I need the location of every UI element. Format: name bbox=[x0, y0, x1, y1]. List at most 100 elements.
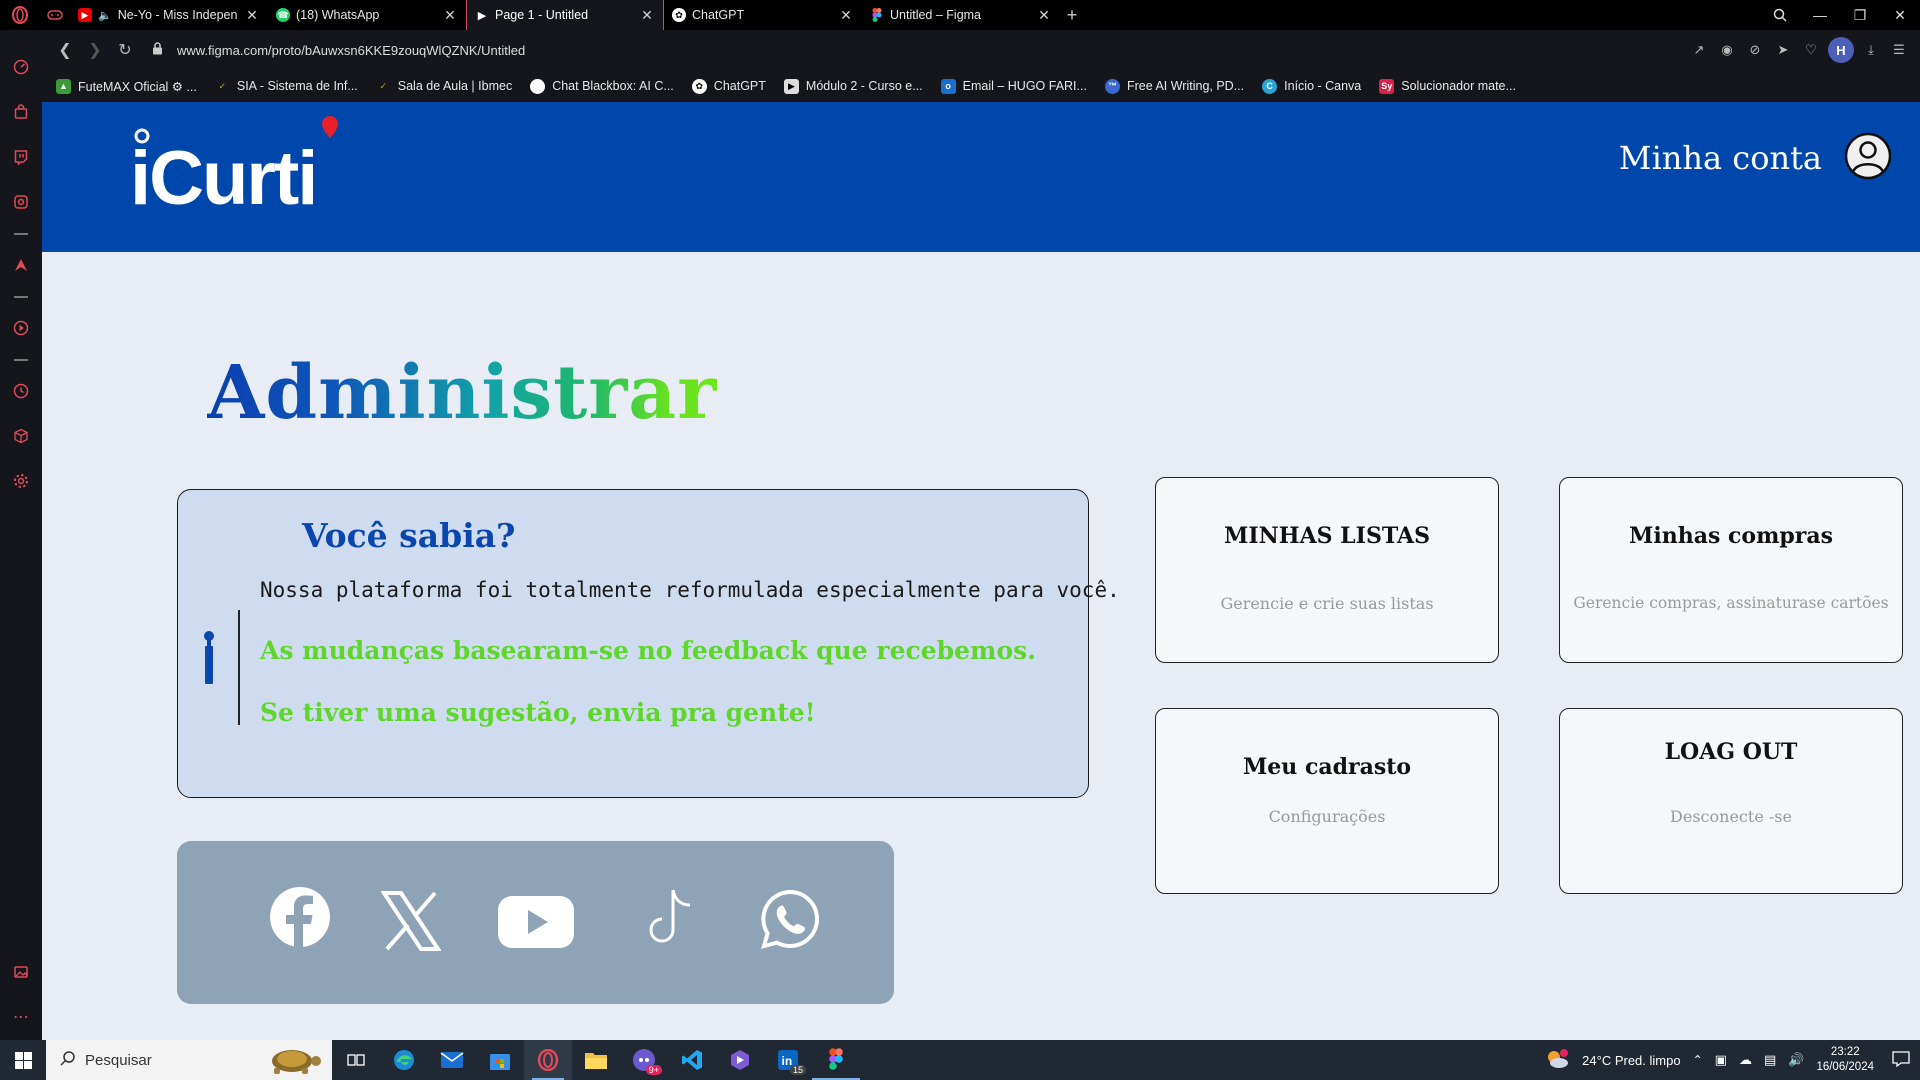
volume-icon[interactable]: 🔊 bbox=[1788, 1052, 1804, 1068]
linkedin-icon[interactable]: in 15 bbox=[764, 1040, 812, 1080]
close-icon[interactable]: ✕ bbox=[639, 7, 655, 24]
close-icon[interactable]: ✕ bbox=[1036, 7, 1052, 24]
download-icon[interactable]: ⤓ bbox=[1860, 39, 1882, 61]
profile-avatar[interactable]: H bbox=[1828, 37, 1854, 63]
bookmark-modulo-2[interactable]: ▶ Módulo 2 - Curso e... bbox=[783, 78, 923, 94]
edge-icon[interactable] bbox=[380, 1040, 428, 1080]
card-minhas-compras[interactable]: Minhas compras Gerencie compras, assinat… bbox=[1559, 477, 1903, 663]
vscode-icon[interactable] bbox=[668, 1040, 716, 1080]
sidebar-divider bbox=[14, 359, 28, 361]
forward-arrow-icon[interactable]: ❯ bbox=[80, 35, 110, 65]
clock[interactable]: 23:22 16/06/2024 bbox=[1816, 1045, 1874, 1075]
adblock-icon[interactable]: ⊘ bbox=[1744, 39, 1766, 61]
weather-cloud-icon[interactable] bbox=[1544, 1048, 1570, 1073]
close-icon[interactable]: ✕ bbox=[838, 7, 854, 24]
notification-icon[interactable] bbox=[1892, 1050, 1910, 1070]
opera-logo-icon[interactable] bbox=[0, 0, 40, 30]
aria-icon[interactable] bbox=[6, 250, 36, 280]
camera-icon[interactable]: ◉ bbox=[1716, 39, 1738, 61]
x-icon[interactable] bbox=[381, 891, 441, 951]
canva-icon: C bbox=[1262, 78, 1278, 94]
figma-taskbar-icon[interactable] bbox=[812, 1040, 860, 1080]
account-menu[interactable]: Minha conta bbox=[1619, 132, 1892, 183]
youtube-icon: ▶ bbox=[78, 8, 92, 22]
address-bar: ❮ ❯ ↻ www.figma.com/proto/bAuwxsn6KKE9zo… bbox=[42, 30, 1920, 70]
wallpaper-icon[interactable] bbox=[6, 957, 36, 987]
bookmark-solucionador[interactable]: Sy Solucionador mate... bbox=[1379, 78, 1516, 94]
file-explorer-icon[interactable] bbox=[572, 1040, 620, 1080]
bookmark-chatgpt[interactable]: ✿ ChatGPT bbox=[691, 78, 766, 94]
discord-badge: 9+ bbox=[645, 1065, 662, 1075]
back-arrow-icon[interactable]: ❮ bbox=[50, 35, 80, 65]
bookmark-blackbox[interactable]: Chat Blackbox: AI C... bbox=[530, 78, 674, 94]
tab-page-1[interactable]: ▶ Page 1 - Untitled ✕ bbox=[466, 0, 664, 30]
more-dots-icon[interactable]: ⋯ bbox=[6, 1002, 36, 1032]
new-tab-plus-icon[interactable]: + bbox=[1060, 5, 1084, 26]
network-icon[interactable]: ▤ bbox=[1764, 1052, 1776, 1068]
discord-icon[interactable]: 9+ bbox=[620, 1040, 668, 1080]
card-minhas-listas[interactable]: MINHAS LISTAS Gerencie e crie suas lista… bbox=[1155, 477, 1499, 663]
bookmarks-bar: ▲ FuteMAX Oficial ⚙ ... ✓ SIA - Sistema de… bbox=[42, 70, 1920, 102]
card-subtitle: Gerencie e crie suas listas bbox=[1220, 594, 1434, 613]
extensions-cube-icon[interactable] bbox=[6, 421, 36, 451]
twitch-icon[interactable] bbox=[6, 142, 36, 172]
figma-icon bbox=[870, 8, 884, 22]
sidebar-divider bbox=[14, 296, 28, 298]
url-field[interactable]: www.figma.com/proto/bAuwxsn6KKE9zouqWlQZ… bbox=[152, 42, 1688, 58]
speaker-muted-icon[interactable]: 🔈 bbox=[98, 9, 112, 22]
meet-now-icon[interactable]: ▣ bbox=[1715, 1052, 1727, 1068]
close-window-icon[interactable]: ✕ bbox=[1880, 0, 1920, 30]
bookmark-futemax[interactable]: ▲ FuteMAX Oficial ⚙ ... bbox=[56, 78, 197, 94]
player-icon[interactable] bbox=[6, 313, 36, 343]
youtube-icon[interactable] bbox=[498, 896, 574, 948]
tab-youtube[interactable]: ▶ 🔈 Ne-Yo - Miss Independ ✕ bbox=[70, 0, 268, 30]
bookmark-sia[interactable]: ✓ SIA - Sistema de Inf... bbox=[215, 79, 358, 94]
tiktok-icon[interactable] bbox=[640, 886, 704, 950]
close-icon[interactable]: ✕ bbox=[442, 7, 458, 24]
close-icon[interactable]: ✕ bbox=[244, 7, 260, 24]
reload-icon[interactable]: ↻ bbox=[110, 35, 140, 65]
whatsapp-icon[interactable] bbox=[759, 888, 821, 950]
mail-icon[interactable] bbox=[428, 1040, 476, 1080]
chatgpt-icon: ✿ bbox=[691, 78, 707, 94]
address-bar-tools: ↗ ◉ ⊘ ➤ ♡ H ⤓ ☰ bbox=[1688, 37, 1910, 63]
card-meu-cadrasto[interactable]: Meu cadrasto Configurações bbox=[1155, 708, 1499, 894]
heart-icon[interactable]: ♡ bbox=[1800, 39, 1822, 61]
tab-label: Ne-Yo - Miss Independ bbox=[117, 8, 238, 22]
restore-icon[interactable]: ❐ bbox=[1840, 0, 1880, 30]
user-avatar-icon[interactable] bbox=[1844, 132, 1892, 183]
tab-search-icon[interactable] bbox=[1760, 0, 1800, 30]
taskbar-search[interactable]: Pesquisar bbox=[46, 1040, 332, 1080]
card-logout[interactable]: LOAG OUT Desconecte -se bbox=[1559, 708, 1903, 894]
tab-chatgpt[interactable]: ✿ ChatGPT ✕ bbox=[664, 0, 862, 30]
send-icon[interactable]: ➤ bbox=[1772, 39, 1794, 61]
onedrive-icon[interactable]: ☁ bbox=[1739, 1052, 1752, 1068]
browser-tab-bar: ▶ 🔈 Ne-Yo - Miss Independ ✕ ☎ (18) Whats… bbox=[0, 0, 1920, 30]
bookmark-email[interactable]: o Email – HUGO FARI... bbox=[940, 78, 1087, 94]
messenger-app-icon[interactable] bbox=[6, 187, 36, 217]
facebook-icon[interactable] bbox=[269, 886, 331, 948]
minimize-icon[interactable]: — bbox=[1800, 0, 1840, 30]
icurti-logo[interactable]: iCurti bbox=[130, 114, 350, 221]
bookmark-free-ai-writing[interactable]: ™ Free AI Writing, PD... bbox=[1104, 78, 1244, 94]
settings-gear-icon[interactable] bbox=[6, 466, 36, 496]
card-subtitle: Gerencie compras, assinaturase cartões bbox=[1573, 594, 1889, 612]
easy-setup-icon[interactable]: ☰ bbox=[1888, 39, 1910, 61]
shopping-bag-icon[interactable] bbox=[6, 97, 36, 127]
weather-text[interactable]: 24°C Pred. limpo bbox=[1582, 1053, 1680, 1068]
share-icon[interactable]: ↗ bbox=[1688, 39, 1710, 61]
history-clock-icon[interactable] bbox=[6, 376, 36, 406]
microsoft-store-icon[interactable] bbox=[476, 1040, 524, 1080]
speed-dial-icon[interactable] bbox=[6, 52, 36, 82]
prototype-page: iCurti Minha conta Administrar Você sabi… bbox=[42, 102, 1920, 1040]
opera-gx-taskbar-icon[interactable] bbox=[524, 1040, 572, 1080]
chevron-up-icon[interactable]: ⌃ bbox=[1693, 1053, 1703, 1067]
bookmark-canva[interactable]: C Início - Canva bbox=[1262, 78, 1361, 94]
tab-whatsapp[interactable]: ☎ (18) WhatsApp ✕ bbox=[268, 0, 466, 30]
gamepad-icon[interactable] bbox=[40, 0, 70, 30]
bookmark-sala-de-aula[interactable]: ✓ Sala de Aula | Ibmec bbox=[376, 79, 512, 94]
windows-start-icon[interactable] bbox=[0, 1040, 46, 1080]
power-automate-icon[interactable] bbox=[716, 1040, 764, 1080]
task-view-icon[interactable] bbox=[332, 1040, 380, 1080]
tab-figma[interactable]: Untitled – Figma ✕ bbox=[862, 0, 1060, 30]
